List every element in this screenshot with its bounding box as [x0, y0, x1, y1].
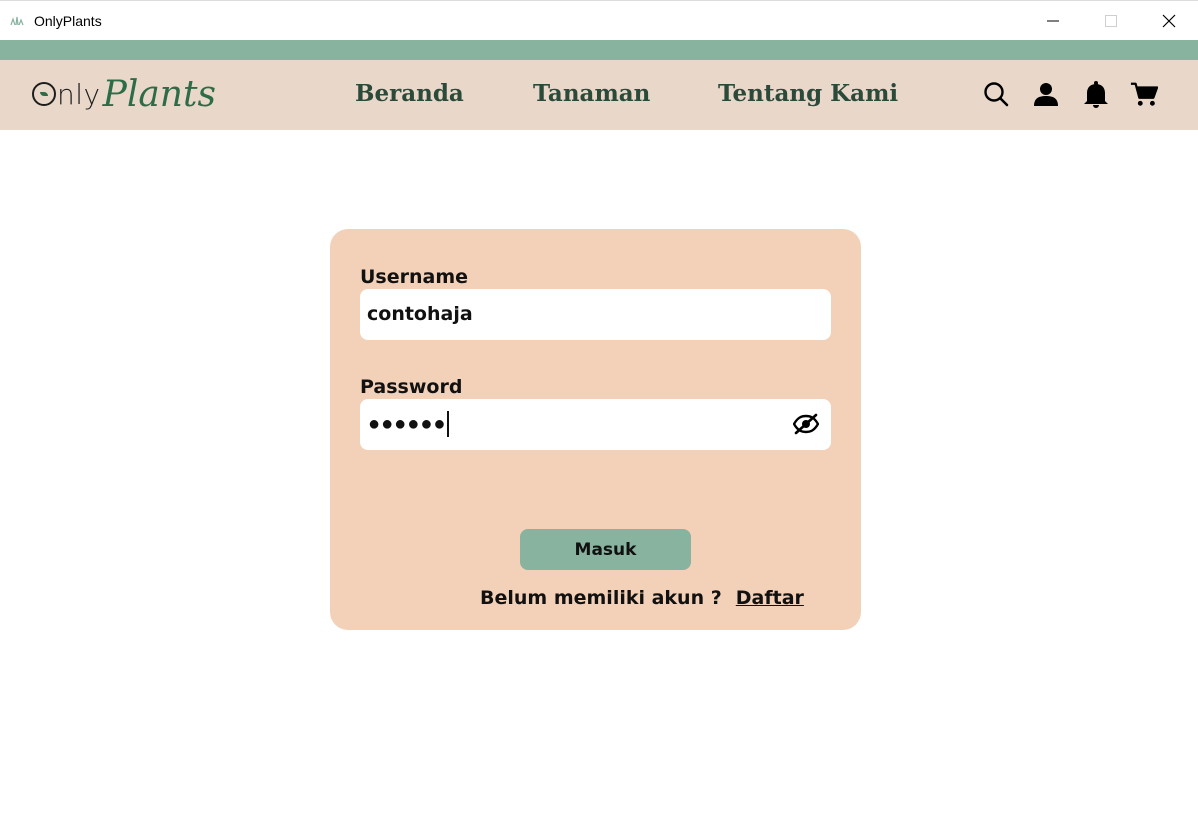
logo-plants: Plants: [102, 73, 216, 115]
password-value: ●●●●●●: [368, 411, 450, 437]
username-field[interactable]: contohaja: [360, 289, 831, 340]
register-prompt: Belum memiliki akun ?: [480, 587, 722, 609]
minimize-icon: [1047, 20, 1059, 22]
login-button[interactable]: Masuk: [520, 529, 691, 570]
search-button[interactable]: [982, 80, 1010, 108]
cart-button[interactable]: [1130, 80, 1158, 108]
nav-beranda[interactable]: Beranda: [355, 80, 464, 107]
notifications-button[interactable]: [1082, 80, 1110, 108]
cart-icon: [1130, 82, 1158, 106]
password-field[interactable]: ●●●●●●: [360, 399, 831, 450]
toggle-password-visibility[interactable]: [792, 413, 820, 435]
eye-off-icon: [792, 413, 820, 435]
window-titlebar: OnlyPlants: [0, 0, 1198, 40]
username-value: contohaja: [367, 303, 473, 325]
app-icon: [10, 13, 24, 26]
close-icon: [1162, 14, 1176, 28]
search-icon: [984, 82, 1009, 107]
close-button[interactable]: [1140, 1, 1198, 41]
maximize-button[interactable]: [1082, 1, 1140, 41]
app-header: nly Plants Beranda Tanaman Tentang Kami: [0, 60, 1198, 130]
text-caret: [447, 411, 450, 437]
login-card: Username contohaja Password ●●●●●● Masuk…: [330, 229, 861, 630]
password-label: Password: [360, 376, 463, 398]
register-link[interactable]: Daftar: [736, 587, 804, 609]
logo-o-leaf-icon: [32, 82, 56, 106]
register-row: Belum memiliki akun ? Daftar: [480, 587, 804, 609]
minimize-button[interactable]: [1024, 1, 1082, 41]
logo[interactable]: nly Plants: [32, 68, 216, 120]
bell-icon: [1084, 81, 1108, 108]
user-icon: [1034, 83, 1058, 106]
window-title: OnlyPlants: [34, 13, 102, 29]
accent-strip: [0, 40, 1198, 60]
nav-tanaman[interactable]: Tanaman: [533, 80, 650, 107]
logo-only: nly: [32, 78, 101, 111]
nav-tentang-kami[interactable]: Tentang Kami: [718, 80, 898, 107]
account-button[interactable]: [1032, 80, 1060, 108]
maximize-icon: [1105, 15, 1117, 27]
username-label: Username: [360, 266, 469, 288]
